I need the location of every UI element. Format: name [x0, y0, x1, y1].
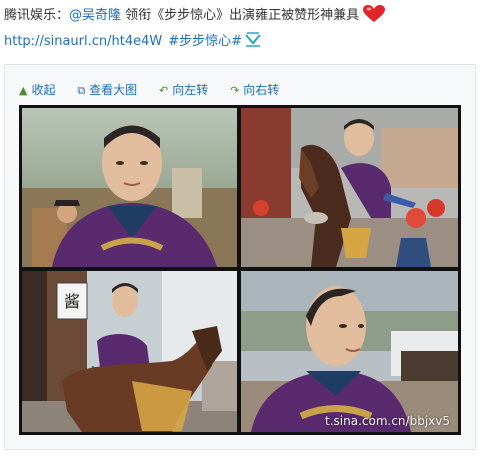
video-icon[interactable]	[244, 32, 262, 52]
rotate-right-button[interactable]: ↷ 向右转	[230, 81, 279, 98]
post-body: 领衔《步步惊心》出演雍正被赞形神兼具	[121, 8, 360, 23]
photo-horse-riding-2: 酱	[22, 271, 237, 432]
mention-link[interactable]: @吴奇隆	[69, 8, 121, 23]
short-url-link[interactable]: http://sinaurl.cn/ht4e4W	[4, 34, 162, 49]
photo-portrait-2: t.sina.com.cn/bbjxv5	[241, 271, 458, 432]
heart-icon	[363, 5, 386, 27]
photo-portrait-1	[22, 108, 237, 267]
shop-sign: 酱	[64, 292, 80, 311]
rotate-left-button[interactable]: ↶ 向左转	[159, 81, 208, 98]
rotate-left-icon: ↶	[159, 84, 169, 97]
magnify-icon: ⧉	[77, 84, 86, 97]
collapse-button[interactable]: ▲ 收起	[19, 81, 55, 98]
post-source: 腾讯娱乐：	[4, 8, 70, 23]
image-toolbar: ▲ 收起 ⧉ 查看大图 ↶ 向左转 ↷ 向右转	[19, 81, 297, 98]
view-large-button[interactable]: ⧉ 查看大图	[77, 81, 137, 98]
rotate-right-icon: ↷	[230, 84, 240, 97]
image-card: ▲ 收起 ⧉ 查看大图 ↶ 向左转 ↷ 向右转 酱 t.sina.com.cn/…	[4, 64, 476, 450]
post-link-line: http://sinaurl.cn/ht4e4W #步步惊心#	[4, 30, 262, 52]
arrow-up-icon: ▲	[19, 84, 28, 97]
image-watermark: t.sina.com.cn/bbjxv5	[325, 414, 450, 428]
photo-collage[interactable]: 酱 t.sina.com.cn/bbjxv5	[19, 105, 461, 435]
topic-link[interactable]: #步步惊心#	[168, 34, 242, 49]
post-text-line: 腾讯娱乐：@吴奇隆 领衔《步步惊心》出演雍正被赞形神兼具	[4, 4, 386, 27]
photo-horse-riding-1	[241, 108, 458, 267]
